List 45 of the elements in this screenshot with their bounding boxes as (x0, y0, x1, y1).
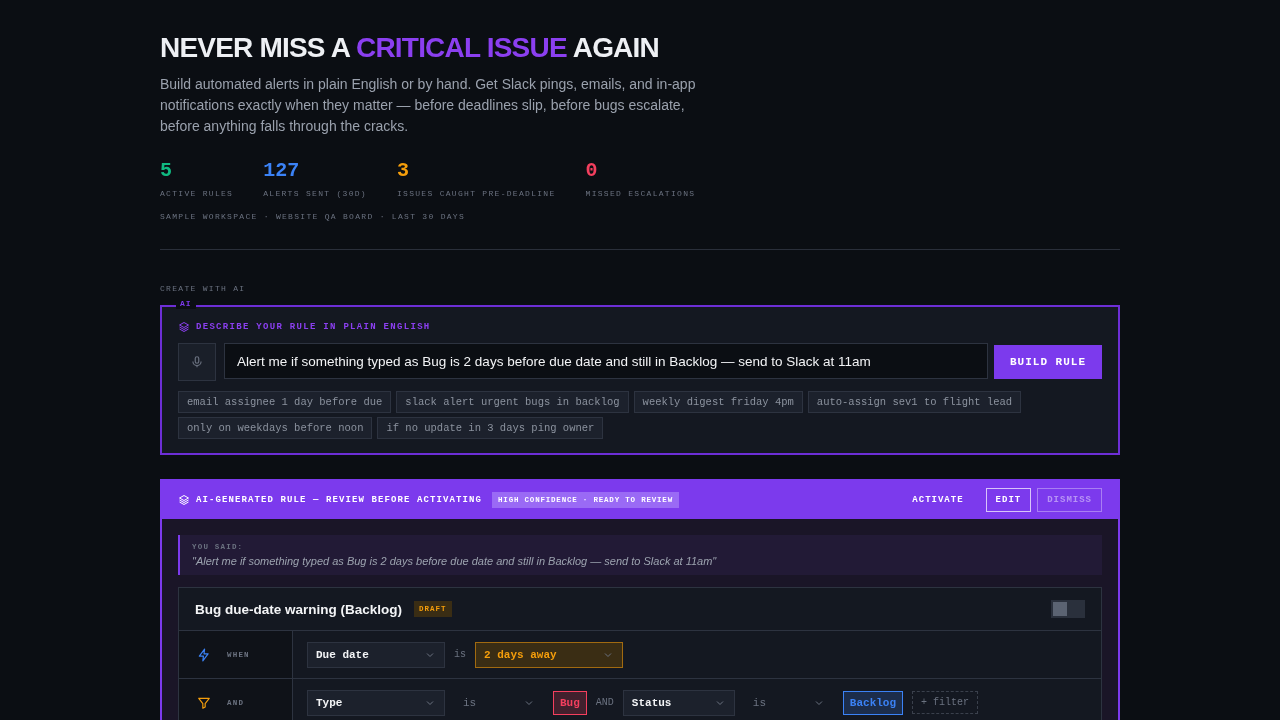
context-line: SAMPLE WORKSPACE · WEBSITE QA BOARD · LAST 30 DAYS (160, 212, 467, 221)
layers-icon (178, 321, 190, 333)
quote-text: "Alert me if something typed as Bug is 2 days before due date and still in Backlog — send to Slack at 11am" (192, 555, 718, 567)
stat-label: ISSUES CAUGHT PRE-DEADLINE (396, 189, 556, 198)
stat-label: ALERTS SENT (30D) (263, 189, 367, 198)
stat-value: 3 (396, 159, 410, 183)
suggestion-chip[interactable]: weekly digest friday 4pm (633, 391, 803, 413)
value-tag: Backlog (842, 690, 904, 715)
microphone-icon (190, 355, 204, 369)
prompt-field[interactable]: Alert me if something typed as Bug is 2 days before due date and still in Backlog — send to Slack at 11am (224, 343, 988, 379)
suggestion-chip[interactable]: if no update in 3 days ping owner (377, 417, 604, 439)
dropdown[interactable]: 2 days away (475, 641, 623, 668)
dropdown[interactable]: Type (307, 689, 445, 716)
lightning-icon (197, 647, 211, 662)
panel-heading: DESCRIBE YOUR RULE IN PLAIN ENGLISH (196, 322, 431, 332)
dropdown[interactable]: Status (622, 689, 735, 716)
stat-value: 0 (585, 159, 599, 183)
stat-value: 127 (263, 159, 301, 183)
action-button[interactable]: EDIT (985, 488, 1032, 512)
operator-text: is (454, 649, 466, 660)
dropdown[interactable]: Due date (307, 641, 445, 668)
operator-text: AND (595, 697, 614, 708)
action-button[interactable]: ACTIVATE (902, 488, 974, 512)
dropdown[interactable]: is (743, 689, 834, 716)
suggestion-chip[interactable]: email assignee 1 day before due (178, 391, 392, 413)
ai-badge: AI (176, 298, 196, 309)
stat-label: ACTIVE RULES (160, 189, 234, 198)
suggestion-chip[interactable]: auto-assign sev1 to flight lead (807, 391, 1022, 413)
microphone-button[interactable] (178, 343, 216, 381)
rule-name: Bug due-date warning (Backlog) (195, 601, 402, 617)
dropdown[interactable]: is (454, 689, 544, 716)
suggestion-chip[interactable]: slack alert urgent bugs in backlog (396, 391, 629, 413)
add-filter-button[interactable]: + filter (912, 691, 979, 714)
stat-value: 5 (160, 159, 173, 183)
layers-icon (178, 494, 190, 506)
value-tag: Bug (553, 690, 587, 715)
stat-label: MISSED ESCALATIONS (585, 189, 696, 198)
page-title: NEVER MISS A CRITICAL ISSUE AGAIN (160, 32, 660, 64)
panel-title: AI-GENERATED RULE — REVIEW BEFORE ACTIVATING (196, 495, 483, 505)
section-label: CREATE WITH AI (160, 284, 247, 293)
toggle-switch[interactable] (1051, 600, 1085, 618)
description: Build automated alerts in plain English or by hand. Get Slack pings, emails, and in-app notifications exactly when they matter — before deadlines slip, before bugs escalate, before anything falls through the cracks. (160, 75, 697, 136)
filter-icon (197, 695, 211, 710)
build-rule-button[interactable]: BUILD RULE (994, 345, 1102, 379)
suggestion-chip[interactable]: only on weekdays before noon (178, 417, 373, 439)
